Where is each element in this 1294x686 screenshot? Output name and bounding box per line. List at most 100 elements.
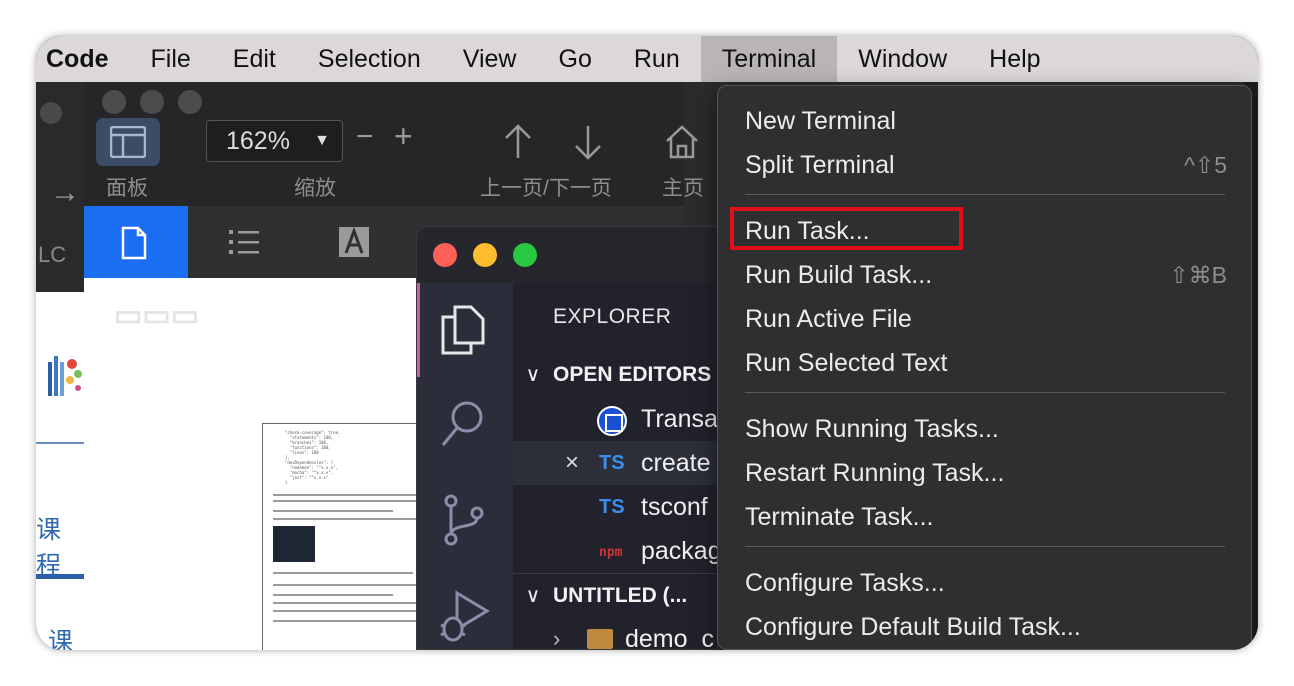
text-line: [273, 594, 393, 596]
text-line: [273, 572, 413, 574]
course-link[interactable]: 课程: [48, 622, 84, 650]
panel-button[interactable]: [96, 118, 160, 166]
workspace-section[interactable]: ∨ UNTITLED (...: [513, 573, 717, 617]
open-editor-item[interactable]: × TS create: [513, 441, 717, 485]
arrow-down-icon[interactable]: [572, 124, 604, 160]
window-zoom-dot[interactable]: [178, 90, 202, 114]
shortcut-run-build-task: ⇧⌘B: [1169, 262, 1227, 288]
active-indicator: [417, 283, 420, 377]
divider: [36, 574, 84, 579]
menu-go[interactable]: Go: [538, 36, 613, 82]
menu-separator: [745, 194, 1225, 195]
menu-file[interactable]: File: [130, 36, 212, 82]
red-highlight-box: [730, 207, 963, 250]
menu-item-new-terminal[interactable]: New Terminal: [745, 99, 896, 143]
window-dot: [40, 102, 62, 124]
close-icon[interactable]: ×: [565, 441, 579, 485]
zoom-out-button[interactable]: −: [356, 120, 374, 154]
menu-item-configure-default-build-task[interactable]: Configure Default Build Task...: [745, 605, 1081, 649]
chevron-down-icon: ∨: [525, 585, 541, 607]
app-icon: [597, 406, 627, 436]
menu-item-show-running-tasks[interactable]: Show Running Tasks...: [745, 407, 999, 451]
source-control-icon[interactable]: [439, 493, 487, 547]
explorer-title: EXPLORER: [553, 305, 672, 328]
panel-icon: [110, 126, 146, 158]
folder-icon: [587, 629, 613, 649]
open-editor-item[interactable]: Transa: [513, 397, 718, 441]
zoom-value: 162%: [226, 127, 290, 155]
forward-arrow-icon[interactable]: →: [50, 176, 80, 210]
typescript-file-icon: TS: [599, 452, 625, 474]
explorer-files-icon[interactable]: [439, 305, 487, 355]
document-icon: [121, 226, 147, 260]
faded-heading: ▭▭▭: [114, 299, 200, 332]
zoom-label: 缩放: [294, 177, 336, 200]
zoom-window-button[interactable]: [513, 243, 537, 267]
open-editor-item[interactable]: npm packag: [513, 529, 718, 573]
menu-item-restart-running-task[interactable]: Restart Running Task...: [745, 451, 1004, 495]
home-icon[interactable]: [664, 124, 700, 160]
text-line: [273, 510, 393, 512]
menu-window[interactable]: Window: [837, 36, 968, 82]
menu-view[interactable]: View: [442, 36, 538, 82]
zoom-select[interactable]: 162% ▼: [206, 120, 343, 162]
npm-icon: npm: [599, 545, 623, 560]
vscode-titlebar: [417, 227, 717, 283]
text-annotation-icon[interactable]: [338, 226, 370, 258]
run-debug-icon[interactable]: [439, 589, 493, 643]
code-snippet: "check-coverage": true, "statements": 10…: [285, 430, 341, 485]
search-icon[interactable]: [439, 399, 487, 449]
menu-separator: [745, 546, 1225, 547]
menu-run[interactable]: Run: [613, 36, 701, 82]
window-close-dot[interactable]: [102, 90, 126, 114]
menu-item-terminate-task[interactable]: Terminate Task...: [745, 495, 934, 539]
text-fragment: LC: [38, 242, 67, 267]
terminal-menu-dropdown: New Terminal Split Terminal ^⇧5 Run Task…: [717, 85, 1252, 650]
menu-terminal[interactable]: Terminal: [700, 36, 838, 82]
file-name: Transa: [641, 405, 718, 433]
open-editors-label: OPEN EDITORS: [553, 363, 712, 386]
menubar-app-name[interactable]: Code: [36, 36, 130, 82]
embedded-screenshot: [273, 526, 315, 562]
tab-document[interactable]: [84, 206, 188, 278]
panel-label: 面板: [106, 177, 148, 200]
site-logo-icon: [48, 356, 82, 396]
menu-item-run-active-file[interactable]: Run Active File: [745, 297, 912, 341]
menu-separator: [745, 392, 1225, 393]
arrow-up-icon[interactable]: [502, 124, 534, 160]
file-name: tsconf: [641, 493, 708, 521]
home-label: 主页: [662, 177, 704, 200]
typescript-config-icon: TS: [599, 496, 625, 518]
file-name: create: [641, 449, 711, 477]
divider: [36, 442, 84, 444]
minimize-window-button[interactable]: [473, 243, 497, 267]
menu-item-configure-tasks[interactable]: Configure Tasks...: [745, 561, 945, 605]
text-line: [273, 620, 423, 622]
folder-name: demo_c: [625, 625, 714, 650]
reader-toolbar: 面板 162% ▼ − + 缩放 上一页/下一页 主页: [84, 118, 704, 206]
menu-help[interactable]: Help: [968, 36, 1061, 82]
open-editors-section[interactable]: ∨ OPEN EDITORS: [513, 353, 717, 397]
zoom-in-button[interactable]: +: [394, 118, 413, 155]
activity-bar: [417, 283, 513, 649]
menu-edit[interactable]: Edit: [212, 36, 297, 82]
file-name: packag: [641, 537, 718, 565]
course-link[interactable]: 课程: [36, 510, 84, 582]
shortcut-split-terminal: ^⇧5: [1184, 152, 1227, 178]
close-window-button[interactable]: [433, 243, 457, 267]
chevron-right-icon: ›: [553, 626, 561, 650]
menu-item-run-selected-text[interactable]: Run Selected Text: [745, 341, 947, 385]
open-editor-item[interactable]: TS tsconf: [513, 485, 717, 529]
folder-item[interactable]: › demo_c: [513, 617, 717, 650]
pager-label: 上一页/下一页: [480, 177, 612, 200]
vscode-window: EXPLORER ∨ OPEN EDITORS Transa × TS creat…: [416, 226, 718, 650]
chevron-down-icon: ∨: [525, 364, 541, 386]
menu-selection[interactable]: Selection: [297, 36, 442, 82]
list-icon[interactable]: [228, 228, 260, 256]
mac-menubar: Code File Edit Selection View Go Run Ter…: [36, 36, 1258, 82]
background-web-page: 课程 课程: [36, 292, 84, 650]
window-minimize-dot[interactable]: [140, 90, 164, 114]
workspace-label: UNTITLED (...: [553, 584, 688, 607]
menu-item-split-terminal[interactable]: Split Terminal: [745, 143, 895, 187]
menu-item-run-build-task[interactable]: Run Build Task...: [745, 253, 932, 297]
